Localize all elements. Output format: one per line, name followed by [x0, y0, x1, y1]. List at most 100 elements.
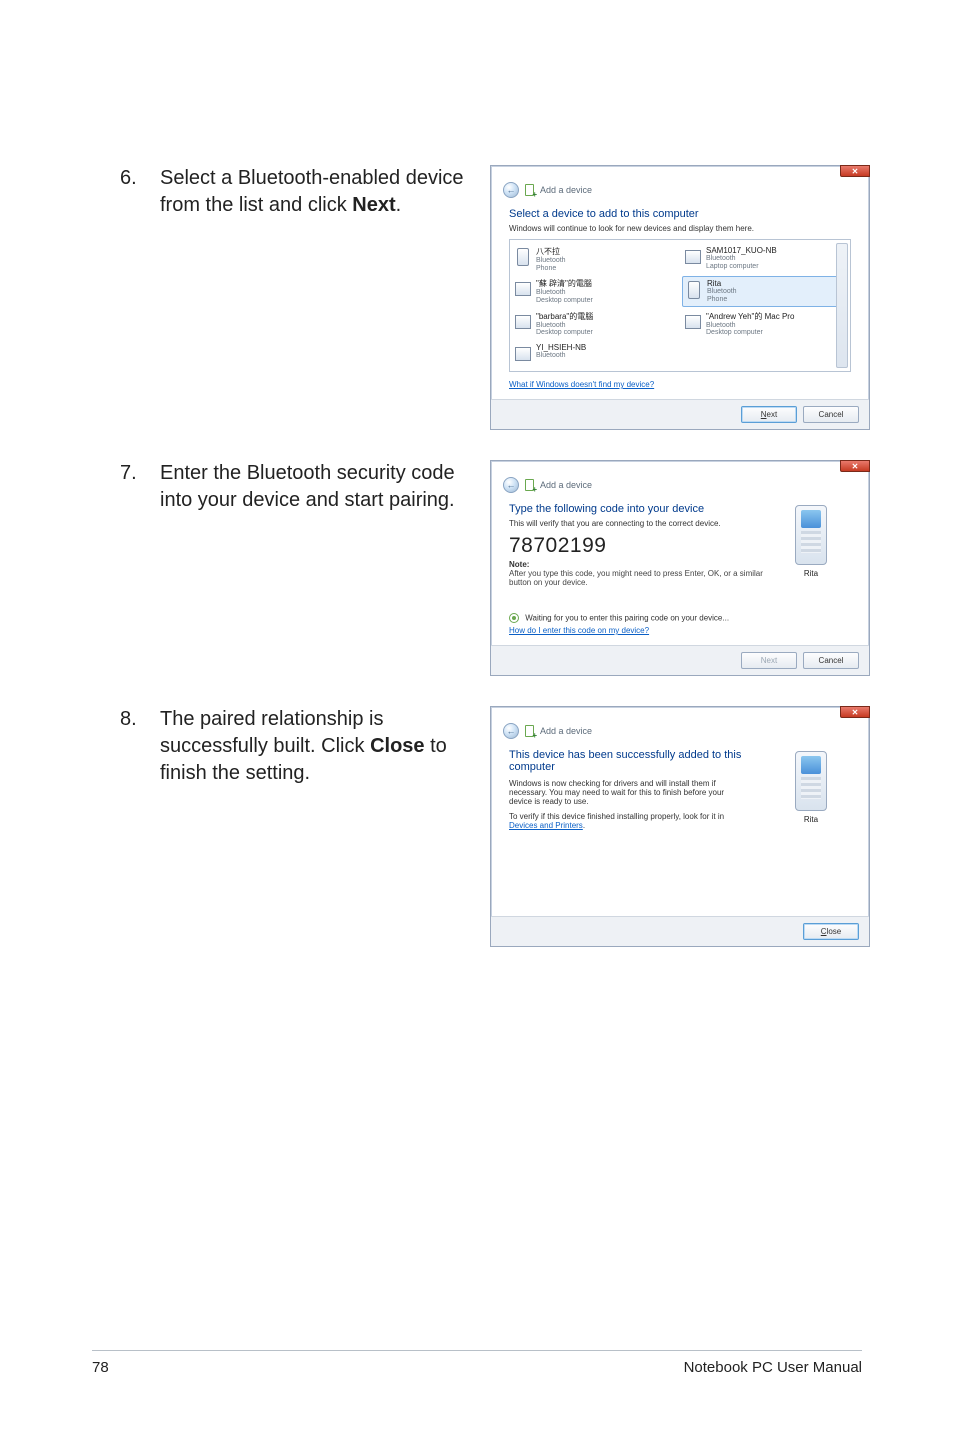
dialog-success: ✕ ← Add a device Rita This device has be…	[490, 706, 870, 947]
device-name: "barbara"的電腦	[536, 311, 593, 322]
step-8: 8. The paired relationship is successful…	[120, 706, 864, 947]
back-button: ←	[503, 723, 519, 739]
next-button[interactable]: Next	[741, 406, 797, 423]
dialog-header: ← Add a device	[491, 166, 869, 204]
status-text: Waiting for you to enter this pairing co…	[525, 614, 729, 623]
device-thumbnail: Rita	[771, 505, 851, 578]
phone-icon	[685, 279, 703, 301]
device-name: SAM1017_KUO-NB	[706, 246, 777, 255]
next-button-label: ext	[767, 410, 778, 419]
page-number: 78	[92, 1359, 109, 1376]
device-kind: Desktop computer	[536, 297, 593, 305]
cancel-button[interactable]: Cancel	[803, 406, 859, 423]
desktop-icon	[514, 278, 532, 300]
step-text-post: .	[396, 194, 402, 216]
step-figure: ✕ ← Add a device Select a device to add …	[490, 165, 870, 430]
device-name: Rita	[707, 279, 737, 288]
device-item[interactable]: "barbara"的電腦 Bluetooth Desktop computer	[512, 309, 678, 339]
step-text-bold: Next	[352, 194, 395, 216]
dialog-title: Add a device	[540, 185, 592, 195]
dialog-header: ← Add a device	[491, 707, 869, 745]
phone-icon	[514, 246, 532, 268]
help-link[interactable]: What if Windows doesn't find my device?	[509, 380, 654, 389]
device-type: Bluetooth	[706, 322, 794, 330]
device-item-selected[interactable]: Rita Bluetooth Phone	[682, 276, 848, 306]
next-button: Next	[741, 652, 797, 669]
verify-post: .	[583, 821, 585, 830]
step-number: 7.	[120, 460, 160, 487]
close-icon[interactable]: ✕	[840, 165, 870, 177]
footer-text: Notebook PC User Manual	[684, 1359, 862, 1376]
add-device-icon	[525, 479, 534, 491]
footer-divider	[92, 1350, 862, 1351]
step-text-pre: The paired relationship is successfully …	[160, 708, 383, 757]
device-name: "蘇 辟清"的電腦	[536, 278, 593, 289]
dialog-body: Rita This device has been successfully a…	[491, 745, 869, 916]
device-thumbnail: Rita	[771, 751, 851, 824]
status-row: Waiting for you to enter this pairing co…	[509, 613, 851, 623]
close-icon[interactable]: ✕	[840, 460, 870, 472]
step-text: Enter the Bluetooth security code into y…	[160, 460, 490, 514]
page-content: 6. Select a Bluetooth-enabled device fro…	[0, 0, 954, 947]
spinner-icon	[509, 613, 519, 623]
cancel-button[interactable]: Cancel	[803, 652, 859, 669]
dialog-title: Add a device	[540, 480, 592, 490]
step-figure: ✕ ← Add a device Rita Type the following…	[490, 460, 870, 676]
laptop-icon	[514, 343, 532, 365]
page-footer: 78 Notebook PC User Manual	[0, 1350, 954, 1376]
device-type: Bluetooth	[536, 352, 586, 360]
device-kind: Phone	[536, 265, 566, 273]
step-number: 8.	[120, 706, 160, 733]
close-button-label: lose	[827, 927, 842, 936]
dialog-heading: Select a device to add to this computer	[509, 208, 851, 220]
dialog-subtext: Windows is now checking for drivers and …	[509, 779, 739, 806]
dialog-footer: Next Cancel	[491, 645, 869, 675]
dialog-title: Add a device	[540, 726, 592, 736]
dialog-body: Select a device to add to this computer …	[491, 204, 869, 399]
dialog-footer: Next Cancel	[491, 399, 869, 429]
device-thumb-label: Rita	[771, 569, 851, 578]
dialog-header: ← Add a device	[491, 461, 869, 499]
device-item[interactable]: YI_HSIEH-NB Bluetooth	[512, 341, 678, 367]
device-name: YI_HSIEH-NB	[536, 343, 586, 352]
device-name: 八不拉	[536, 246, 566, 257]
verify-text: To verify if this device finished instal…	[509, 812, 739, 830]
device-thumb-label: Rita	[771, 815, 851, 824]
device-kind: Laptop computer	[706, 263, 777, 271]
device-type: Bluetooth	[706, 255, 777, 263]
close-button[interactable]: Close	[803, 923, 859, 940]
device-item[interactable]: 八不拉 Bluetooth Phone	[512, 244, 678, 274]
add-device-icon	[525, 184, 534, 196]
step-7: 7. Enter the Bluetooth security code int…	[120, 460, 864, 676]
back-button[interactable]: ←	[503, 182, 519, 198]
device-item[interactable]: SAM1017_KUO-NB Bluetooth Laptop computer	[682, 244, 848, 274]
add-device-icon	[525, 725, 534, 737]
laptop-icon	[684, 246, 702, 268]
step-6: 6. Select a Bluetooth-enabled device fro…	[120, 165, 864, 430]
device-name: "Andrew Yeh"的 Mac Pro	[706, 311, 794, 322]
step-text: The paired relationship is successfully …	[160, 706, 490, 787]
dialog-enter-code: ✕ ← Add a device Rita Type the following…	[490, 460, 870, 676]
step-number: 6.	[120, 165, 160, 192]
phone-icon	[795, 505, 827, 565]
phone-icon	[795, 751, 827, 811]
device-kind: Desktop computer	[706, 329, 794, 337]
devices-and-printers-link[interactable]: Devices and Printers	[509, 821, 583, 830]
device-item[interactable]: "Andrew Yeh"的 Mac Pro Bluetooth Desktop …	[682, 309, 848, 339]
back-button[interactable]: ←	[503, 477, 519, 493]
verify-pre: To verify if this device finished instal…	[509, 812, 724, 821]
step-text-bold: Close	[370, 735, 424, 757]
close-icon[interactable]: ✕	[840, 706, 870, 718]
device-list[interactable]: 八不拉 Bluetooth Phone SAM1017_KUO-NB Bluet…	[509, 239, 851, 372]
device-kind: Desktop computer	[536, 329, 593, 337]
device-type: Bluetooth	[536, 257, 566, 265]
help-link[interactable]: How do I enter this code on my device?	[509, 626, 649, 635]
step-text-pre: Select a Bluetooth-enabled device from t…	[160, 167, 464, 216]
device-type: Bluetooth	[536, 289, 593, 297]
desktop-icon	[514, 311, 532, 333]
device-item[interactable]: "蘇 辟清"的電腦 Bluetooth Desktop computer	[512, 276, 678, 306]
desktop-icon	[684, 311, 702, 333]
dialog-footer: Close	[491, 916, 869, 946]
step-figure: ✕ ← Add a device Rita This device has be…	[490, 706, 870, 947]
device-type: Bluetooth	[707, 288, 737, 296]
